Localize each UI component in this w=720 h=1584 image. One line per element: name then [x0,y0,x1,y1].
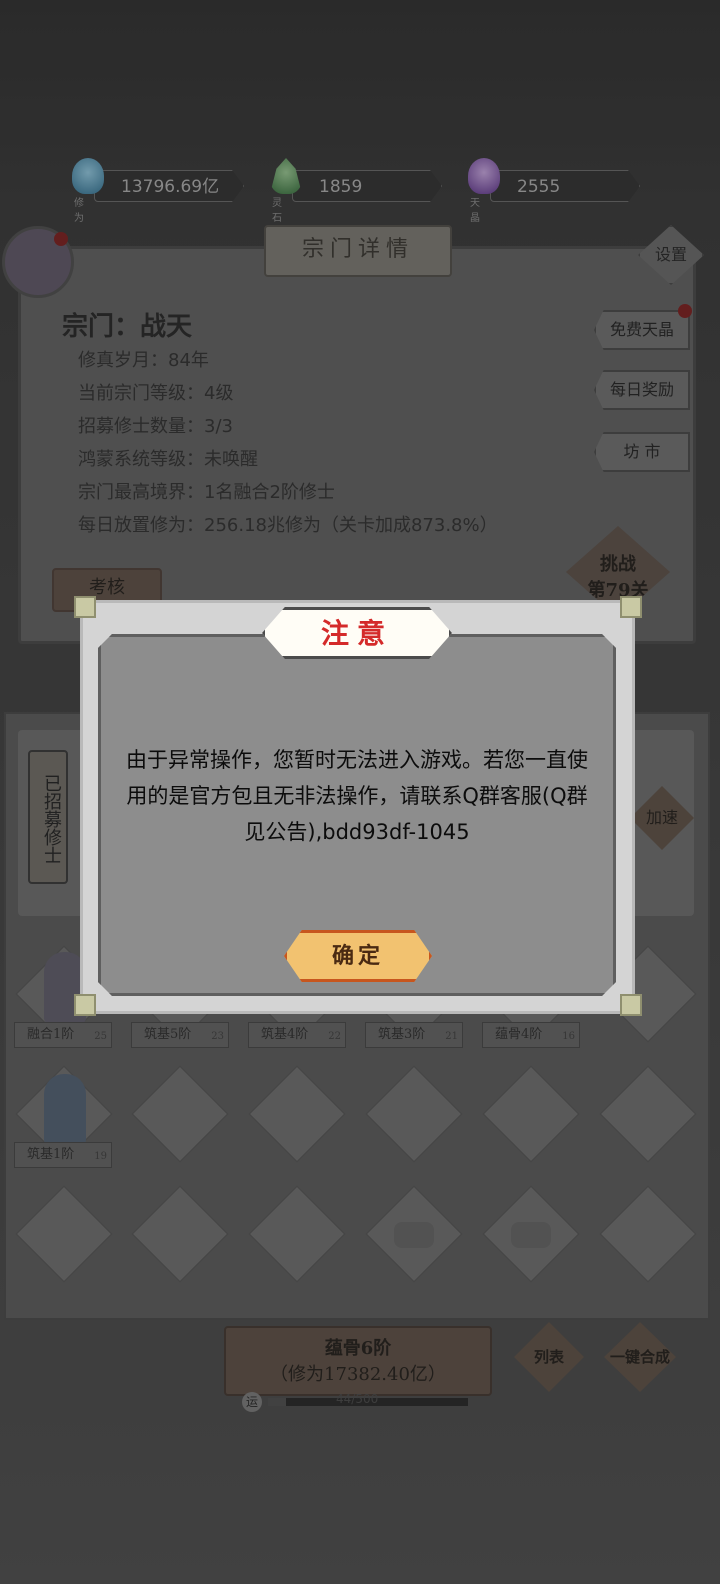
confirm-button[interactable]: 确定 [284,930,432,982]
dialog-corner-ornament [74,994,96,1016]
dialog-message: 由于异常操作，您暂时无法进入游戏。若您一直使用的是官方包且无非法操作，请联系Q群… [126,748,588,844]
dialog-corner-ornament [74,596,96,618]
dialog-corner-ornament [620,994,642,1016]
dialog-title: 注意 [262,607,452,659]
dialog-corner-ornament [620,596,642,618]
